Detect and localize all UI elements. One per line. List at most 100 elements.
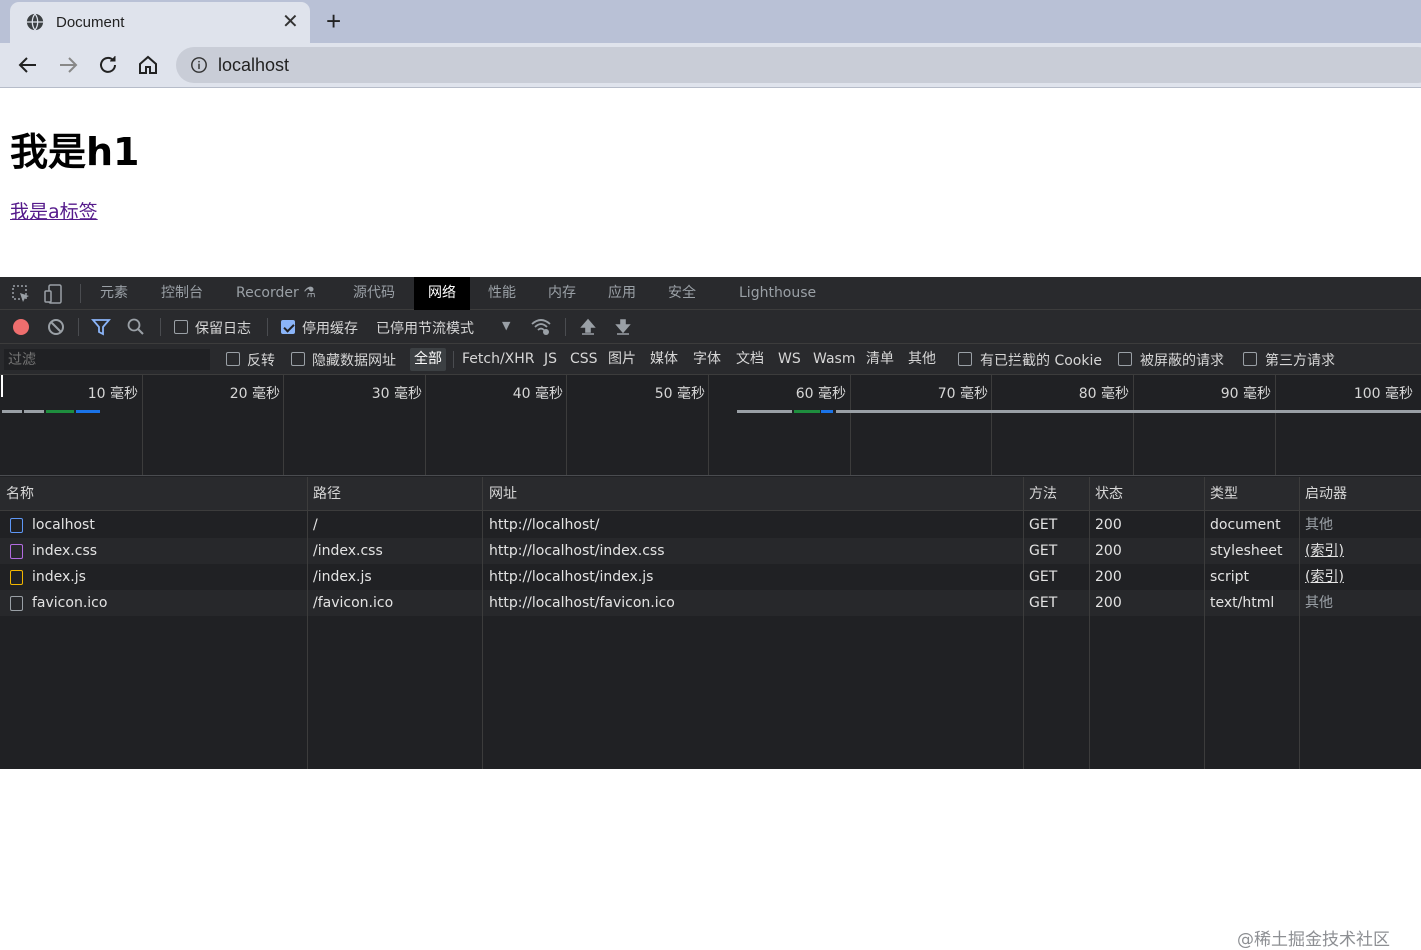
type-filter-font[interactable]: 字体 (689, 348, 725, 371)
column-divider (1089, 477, 1090, 769)
filter-input[interactable] (4, 349, 210, 370)
throttle-select[interactable]: 已停用节流模式 (376, 318, 474, 338)
tab-lighthouse[interactable]: Lighthouse (725, 277, 830, 310)
home-icon[interactable] (136, 53, 160, 77)
timeline-tick-label: 80 毫秒 (1078, 386, 1129, 402)
type-filter-doc[interactable]: 文档 (732, 348, 768, 371)
column-header-status[interactable]: 状态 (1089, 477, 1204, 511)
type-filter-ws[interactable]: WS (774, 348, 805, 371)
timeline-tick-label: 60 毫秒 (795, 386, 846, 402)
column-header-name[interactable]: 名称 (0, 477, 307, 511)
timeline-bar (836, 410, 1421, 413)
timeline-bar (737, 410, 792, 413)
reload-icon[interactable] (96, 53, 120, 77)
request-initiator-link[interactable]: (索引) (1305, 538, 1344, 564)
tab-sources[interactable]: 源代码 (339, 277, 409, 310)
watermark: @稀土掘金技术社区 (1237, 930, 1390, 950)
back-icon[interactable] (16, 53, 40, 77)
blocked-cookies-checkbox[interactable] (958, 352, 972, 366)
new-tab-button[interactable]: + (326, 6, 341, 36)
type-filter-wasm[interactable]: Wasm (809, 348, 859, 371)
tab-recorder[interactable]: Recorder ⚗ (222, 277, 330, 310)
stylesheet-icon (10, 544, 23, 559)
request-url: http://localhost/favicon.ico (489, 595, 675, 611)
type-filter-media[interactable]: 媒体 (646, 348, 682, 371)
request-name[interactable]: index.css (32, 538, 97, 564)
timeline-gridline (708, 375, 709, 475)
column-divider (482, 477, 483, 769)
column-header-path[interactable]: 路径 (307, 477, 483, 511)
page-link[interactable]: 我是a标签 (10, 197, 98, 224)
type-filter-js[interactable]: JS (540, 348, 561, 371)
blocked-requests-checkbox[interactable] (1118, 352, 1132, 366)
column-header-type[interactable]: 类型 (1204, 477, 1299, 511)
invert-checkbox[interactable] (226, 352, 240, 366)
page-heading: 我是h1 (10, 130, 140, 174)
timeline-gridline (283, 375, 284, 475)
timeline-gridline (1275, 375, 1276, 475)
close-tab-icon[interactable]: ✕ (282, 10, 299, 34)
network-toolbar: 保留日志 停用缓存 已停用节流模式 ▼ (0, 310, 1421, 344)
request-method: GET (1029, 517, 1058, 533)
tab-network[interactable]: 网络 (414, 277, 470, 310)
request-name[interactable]: localhost (32, 512, 95, 538)
filter-icon[interactable] (90, 316, 112, 338)
address-bar[interactable]: localhost (176, 47, 1421, 83)
hide-data-urls-checkbox[interactable] (291, 352, 305, 366)
timeline-bar (76, 410, 100, 413)
disable-cache-checkbox[interactable] (281, 320, 295, 334)
request-path: /favicon.ico (313, 595, 394, 611)
type-filter-all[interactable]: 全部 (410, 348, 446, 371)
tab-security[interactable]: 安全 (654, 277, 710, 310)
invert-label: 反转 (247, 353, 275, 369)
search-icon[interactable] (125, 316, 147, 338)
request-name[interactable]: index.js (32, 564, 86, 590)
devtools-panel: 元素 控制台 Recorder ⚗ 源代码 网络 性能 内存 应用 安全 Lig… (0, 277, 1421, 950)
table-row[interactable]: index.js /index.js http://localhost/inde… (0, 564, 1421, 590)
request-initiator-link[interactable]: (索引) (1305, 564, 1344, 590)
tab-console[interactable]: 控制台 (147, 277, 217, 310)
table-row[interactable]: favicon.ico /favicon.ico http://localhos… (0, 590, 1421, 616)
timeline-bar (794, 410, 820, 413)
third-party-checkbox[interactable] (1243, 352, 1257, 366)
table-row[interactable]: localhost / http://localhost/ GET 200 do… (0, 512, 1421, 538)
type-filter-fetch-xhr[interactable]: Fetch/XHR (458, 348, 539, 371)
import-har-icon[interactable] (577, 316, 599, 338)
url-text[interactable]: localhost (218, 55, 289, 76)
column-divider (307, 477, 308, 769)
request-status: 200 (1095, 569, 1122, 585)
column-header-url[interactable]: 网址 (483, 477, 1023, 511)
tab-application[interactable]: 应用 (594, 277, 650, 310)
third-party-label: 第三方请求 (1265, 353, 1335, 369)
type-filter-img[interactable]: 图片 (604, 348, 640, 371)
tab-performance[interactable]: 性能 (474, 277, 530, 310)
info-icon[interactable] (190, 56, 208, 74)
type-filter-manifest[interactable]: 清单 (862, 348, 898, 371)
column-header-method[interactable]: 方法 (1023, 477, 1089, 511)
export-har-icon[interactable] (612, 316, 634, 338)
clear-icon[interactable] (45, 316, 67, 338)
record-icon[interactable] (10, 316, 32, 338)
file-icon (10, 596, 23, 611)
chevron-down-icon[interactable]: ▼ (502, 319, 510, 332)
browser-tab[interactable]: Document ✕ (10, 2, 310, 43)
device-toolbar-icon[interactable] (42, 283, 64, 305)
timeline-gridline (850, 375, 851, 475)
column-header-initiator[interactable]: 启动器 (1299, 477, 1421, 511)
type-filter-other[interactable]: 其他 (904, 348, 940, 371)
inspect-element-icon[interactable] (10, 283, 32, 305)
tab-elements[interactable]: 元素 (86, 277, 142, 310)
request-path: / (313, 517, 318, 533)
network-conditions-icon[interactable] (530, 316, 552, 338)
table-row[interactable]: index.css /index.css http://localhost/in… (0, 538, 1421, 564)
preserve-log-checkbox[interactable] (174, 320, 188, 334)
type-filter-css[interactable]: CSS (566, 348, 602, 371)
network-overview[interactable]: 10 毫秒 20 毫秒 30 毫秒 40 毫秒 50 毫秒 60 毫秒 70 毫… (0, 375, 1421, 476)
tab-memory[interactable]: 内存 (534, 277, 590, 310)
separator (80, 284, 81, 303)
timeline-cursor (1, 375, 3, 397)
request-method: GET (1029, 595, 1058, 611)
forward-icon[interactable] (56, 53, 80, 77)
request-method: GET (1029, 569, 1058, 585)
request-name[interactable]: favicon.ico (32, 590, 107, 616)
